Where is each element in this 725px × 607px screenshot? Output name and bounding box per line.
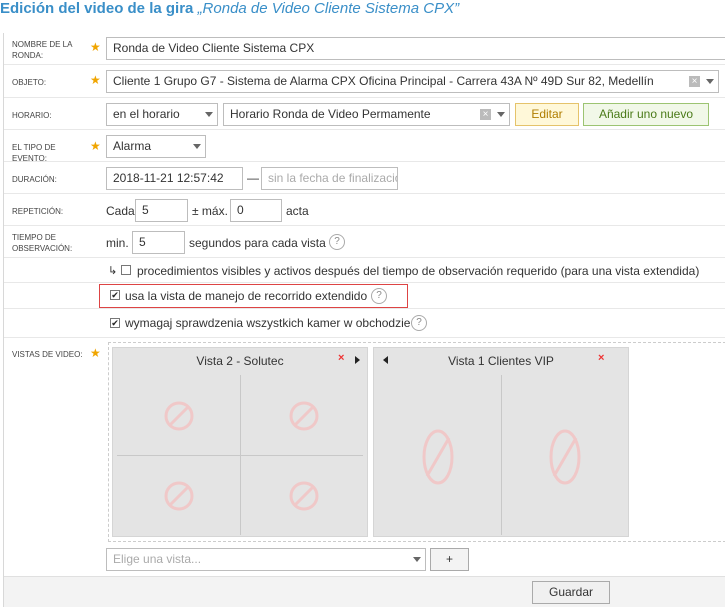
route-form: NOMBRE DE LA RONDA: ★ Ronda de Video Cli… xyxy=(3,33,725,607)
indent-arrow-icon: ↳ xyxy=(108,265,118,277)
row-option-3: ✔ wymagaj sprawdzenia wszystkich kamer w… xyxy=(4,309,725,338)
page-title-route-name: „Ronda de Video Cliente Sistema CPX” xyxy=(197,0,460,17)
duration-separator: — xyxy=(247,171,259,185)
schedule-select[interactable]: Horario Ronda de Video Permamente × xyxy=(223,103,510,126)
observation-label: TIEMPO DE OBSERVACIÓN: xyxy=(12,233,73,253)
repeat-prefix: Cada xyxy=(106,204,135,218)
name-input[interactable]: Ronda de Video Cliente Sistema CPX xyxy=(106,37,725,60)
option2-checkbox[interactable]: ✔ xyxy=(110,290,120,300)
views-container: Vista 2 - Solutec × Vista 1 Clientes VIP… xyxy=(108,342,725,542)
chevron-down-icon xyxy=(706,79,714,84)
repeat-suffix: acta xyxy=(286,204,309,218)
duration-end-input[interactable]: sin la fecha de finalizació xyxy=(261,167,398,190)
event-type-label: EL TIPO DE EVENTO: xyxy=(12,143,56,163)
duration-label: DURACIÓN: xyxy=(12,175,57,184)
required-star: ★ xyxy=(90,139,101,153)
view-select[interactable]: Elige una vista... xyxy=(106,548,426,571)
observation-input[interactable]: 5 xyxy=(132,231,185,254)
option3-checkbox[interactable]: ✔ xyxy=(110,318,120,328)
observation-suffix: segundos para cada vista xyxy=(189,236,326,250)
row-name: NOMBRE DE LA RONDA: ★ Ronda de Video Cli… xyxy=(4,33,725,65)
add-view-button[interactable]: + xyxy=(430,548,469,571)
schedule-mode-value: en el horario xyxy=(113,107,180,121)
row-option-1: ↳ procedimientos visibles y activos desp… xyxy=(4,258,725,283)
object-select-value: Cliente 1 Grupo G7 - Sistema de Alarma C… xyxy=(113,74,654,88)
option3-text: wymagaj sprawdzenia wszystkich kamer w o… xyxy=(125,316,411,330)
help-icon[interactable]: ? xyxy=(411,315,427,331)
event-type-value: Alarma xyxy=(113,139,152,153)
no-signal-icon xyxy=(289,401,319,431)
repeat-label: REPETICIÓN: xyxy=(12,207,64,216)
name-label: NOMBRE DE LA RONDA: xyxy=(12,40,73,60)
object-select[interactable]: Cliente 1 Grupo G7 - Sistema de Alarma C… xyxy=(106,70,719,93)
repeat-mid: ± máx. xyxy=(192,204,228,218)
grid-divider xyxy=(501,375,502,535)
clear-icon[interactable]: × xyxy=(480,109,491,120)
view-title: Vista 2 - Solutec xyxy=(196,354,284,368)
required-star: ★ xyxy=(90,73,101,87)
page-title: Edición del video de la gira „Ronda de V… xyxy=(0,0,725,20)
row-repeat: REPETICIÓN: Cada 5 ± máx. 0 acta xyxy=(4,194,725,226)
no-signal-icon xyxy=(549,429,581,485)
row-object: OBJETO: ★ Cliente 1 Grupo G7 - Sistema d… xyxy=(4,65,725,98)
views-label: VISTAS DE VIDEO: xyxy=(12,350,83,359)
form-footer: Guardar xyxy=(4,576,725,607)
repeat-max-input[interactable]: 0 xyxy=(230,199,282,222)
edit-schedule-button[interactable]: Editar xyxy=(515,103,579,126)
chevron-down-icon xyxy=(413,557,421,562)
row-event-type: EL TIPO DE EVENTO: ★ Alarma xyxy=(4,130,725,163)
option1-checkbox[interactable] xyxy=(121,265,131,275)
row-option-2: ✔ usa la vista de manejo de recorrido ex… xyxy=(4,283,725,309)
close-icon[interactable]: × xyxy=(338,352,344,364)
help-icon[interactable]: ? xyxy=(329,234,345,250)
close-icon[interactable]: × xyxy=(598,352,604,364)
view-card[interactable]: Vista 2 - Solutec × xyxy=(112,347,368,537)
no-signal-icon xyxy=(164,401,194,431)
save-button[interactable]: Guardar xyxy=(532,581,610,604)
chevron-down-icon xyxy=(497,112,505,117)
clear-icon[interactable]: × xyxy=(689,76,700,87)
schedule-label: HORARIO: xyxy=(12,111,52,120)
view-title: Vista 1 Clientes VIP xyxy=(448,354,554,368)
no-signal-icon xyxy=(422,429,454,485)
row-schedule: HORARIO: en el horario Horario Ronda de … xyxy=(4,98,725,130)
add-schedule-button[interactable]: Añadir uno nuevo xyxy=(583,103,709,126)
repeat-input[interactable]: 5 xyxy=(135,199,188,222)
no-signal-icon xyxy=(289,481,319,511)
chevron-down-icon xyxy=(193,144,201,149)
event-type-select[interactable]: Alarma xyxy=(106,135,206,158)
schedule-mode-select[interactable]: en el horario xyxy=(106,103,218,126)
schedule-select-value: Horario Ronda de Video Permamente xyxy=(230,107,431,121)
view-card[interactable]: Vista 1 Clientes VIP × xyxy=(373,347,629,537)
duration-start-input[interactable]: 2018-11-21 12:57:42 xyxy=(106,167,243,190)
help-icon[interactable]: ? xyxy=(371,288,387,304)
required-star: ★ xyxy=(90,40,101,54)
object-label: OBJETO: xyxy=(12,78,47,87)
option1-text: procedimientos visibles y activos despué… xyxy=(137,264,700,278)
required-star: ★ xyxy=(90,346,101,360)
observation-prefix: min. xyxy=(106,236,129,250)
chevron-down-icon xyxy=(205,112,213,117)
row-observation: TIEMPO DE OBSERVACIÓN: min. 5 segundos p… xyxy=(4,226,725,258)
page-title-main: Edición del video de la gira xyxy=(0,0,194,17)
row-duration: DURACIÓN: 2018-11-21 12:57:42 — sin la f… xyxy=(4,162,725,194)
move-right-icon[interactable] xyxy=(355,356,360,364)
view-select-placeholder: Elige una vista... xyxy=(113,552,202,566)
grid-divider xyxy=(117,455,363,456)
option2-text: usa la vista de manejo de recorrido exte… xyxy=(125,289,368,303)
no-signal-icon xyxy=(164,481,194,511)
